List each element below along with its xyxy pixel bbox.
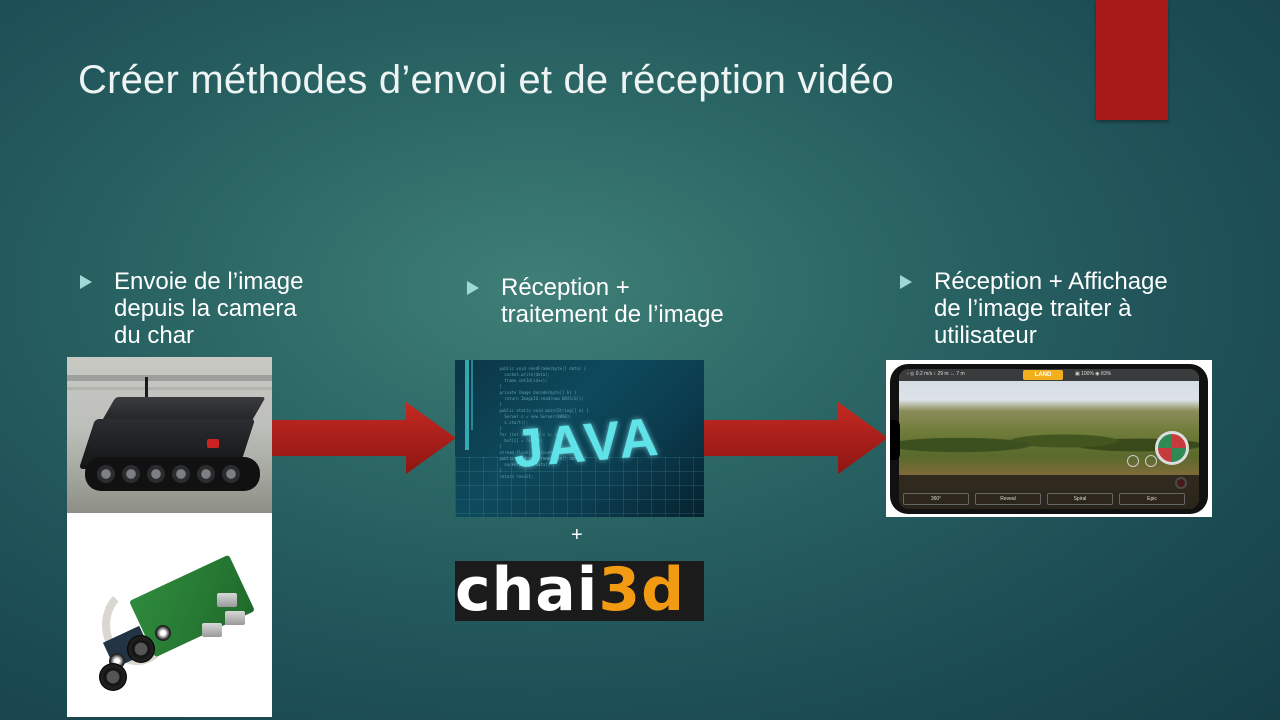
right-arrow-icon [704,402,888,474]
java-word: JAVA [510,406,664,480]
bullet-display-text: Réception + Affichage de l’image traiter… [934,268,1168,349]
right-arrow-icon [272,402,456,474]
bullet-triangle-icon [467,281,479,295]
robot-tank-image [67,357,272,513]
chai3d-logo-image: chai3d [455,561,704,621]
bullet-send: Envoie de l’image depuis la camera du ch… [80,268,303,349]
slide: Créer méthodes d’envoi et de réception v… [0,0,1280,720]
slide-title: Créer méthodes d’envoi et de réception v… [78,58,894,102]
chai-text: chai [455,561,599,621]
land-badge: LAND [1023,370,1063,380]
java-logo-image: public void sendFrame(byte[] data) { soc… [455,360,704,517]
bullet-triangle-icon [80,275,92,289]
chai-3d-text: 3d [598,561,686,621]
bullet-process: Réception + traitement de l’image [467,274,724,328]
bullet-send-text: Envoie de l’image depuis la camera du ch… [114,268,304,349]
accent-tab [1096,0,1168,120]
phone-video-app-image: ‹ ◎ 0.2 m/s ↕ 29 m ↔ 7 m LAND ▣ 100% ◉ 8… [886,360,1212,517]
raspberry-pi-camera-image [67,513,272,717]
plus-sign: + [571,524,583,546]
bullet-process-text: Réception + traitement de l’image [501,274,724,328]
bullet-triangle-icon [900,275,912,289]
bullet-display: Réception + Affichage de l’image traiter… [900,268,1168,349]
